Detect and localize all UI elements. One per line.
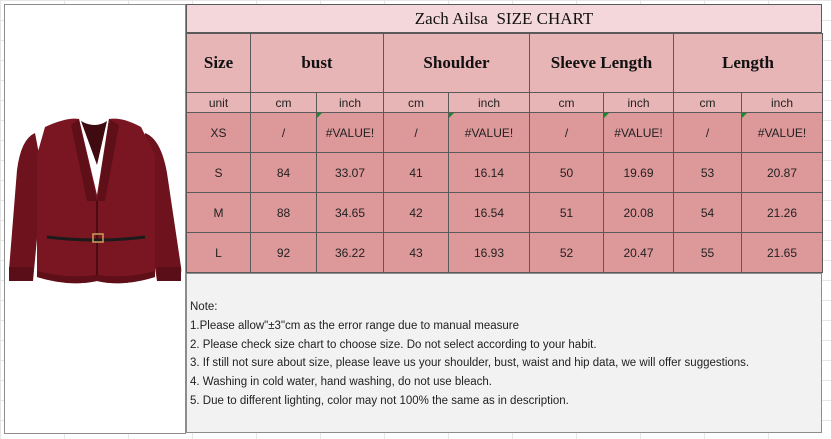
header-length: Length	[673, 33, 823, 93]
table-cell: 16.93	[448, 232, 530, 273]
table-cell: 92	[250, 232, 317, 273]
table-cell: 21.26	[741, 192, 823, 233]
table-cell: #VALUE!	[603, 112, 674, 153]
size-table: Size bust Shoulder Sleeve Length Length …	[186, 33, 823, 273]
table-row: XS / #VALUE! / #VALUE! / #VALUE! / #VALU…	[186, 112, 823, 153]
header-row: Size bust Shoulder Sleeve Length Length	[186, 33, 823, 93]
error-indicator-icon	[317, 113, 322, 118]
table-cell: 16.54	[448, 192, 530, 233]
unit-cell: cm	[529, 92, 604, 113]
table-cell: 55	[673, 232, 742, 273]
table-cell: M	[186, 192, 251, 233]
table-row: S 84 33.07 41 16.14 50 19.69 53 20.87	[186, 152, 823, 193]
table-cell: 53	[673, 152, 742, 193]
table-cell: 54	[673, 192, 742, 233]
notes-heading: Note:	[190, 301, 218, 313]
table-cell: 20.87	[741, 152, 823, 193]
header-shoulder: Shoulder	[383, 33, 530, 93]
header-bust: bust	[250, 33, 384, 93]
table-cell: /	[529, 112, 604, 153]
table-cell: 51	[529, 192, 604, 233]
table-cell: 21.65	[741, 232, 823, 273]
table-cell: /	[673, 112, 742, 153]
table-cell: 20.47	[603, 232, 674, 273]
note-item: 5. Due to different lighting, color may …	[190, 394, 569, 407]
unit-cell: inch	[316, 92, 384, 113]
cardigan-illustration	[9, 118, 182, 284]
product-image	[4, 4, 186, 434]
chart-title: Zach Ailsa SIZE CHART	[186, 4, 822, 33]
unit-cell: inch	[603, 92, 674, 113]
table-cell: L	[186, 232, 251, 273]
unit-cell: cm	[383, 92, 449, 113]
note-item: 2. Please check size chart to choose siz…	[190, 338, 597, 351]
table-cell: S	[186, 152, 251, 193]
table-cell: 43	[383, 232, 449, 273]
table-cell: 33.07	[316, 152, 384, 193]
unit-cell: inch	[741, 92, 823, 113]
table-row: M 88 34.65 42 16.54 51 20.08 54 21.26	[186, 192, 823, 233]
header-sleeve-length: Sleeve Length	[529, 33, 674, 93]
table-cell: 36.22	[316, 232, 384, 273]
error-indicator-icon	[449, 113, 454, 118]
table-cell: #VALUE!	[316, 112, 384, 153]
table-cell: 41	[383, 152, 449, 193]
table-cell: 16.14	[448, 152, 530, 193]
error-indicator-icon	[742, 113, 747, 118]
table-cell: #VALUE!	[741, 112, 823, 153]
table-cell: 84	[250, 152, 317, 193]
table-cell: 19.69	[603, 152, 674, 193]
table-cell: 20.08	[603, 192, 674, 233]
table-cell: /	[250, 112, 317, 153]
table-row: L 92 36.22 43 16.93 52 20.47 55 21.65	[186, 232, 823, 273]
table-cell: 52	[529, 232, 604, 273]
note-item: 1.Please allow"±3"cm as the error range …	[190, 319, 519, 332]
unit-cell: cm	[673, 92, 742, 113]
table-cell: XS	[186, 112, 251, 153]
table-cell: 50	[529, 152, 604, 193]
unit-cell: unit	[186, 92, 251, 113]
table-cell: 42	[383, 192, 449, 233]
note-item: 3. If still not sure about size, please …	[190, 357, 750, 370]
unit-cell: cm	[250, 92, 317, 113]
table-cell: 88	[250, 192, 317, 233]
header-size: Size	[186, 33, 251, 93]
table-cell: 34.65	[316, 192, 384, 233]
note-item: 4. Washing in cold water, hand washing, …	[190, 376, 492, 389]
table-cell: #VALUE!	[448, 112, 530, 153]
notes-section: Note: 1.Please allow"±3"cm as the error …	[186, 273, 822, 433]
unit-cell: inch	[448, 92, 530, 113]
units-row: unit cm inch cm inch cm inch cm inch	[186, 92, 823, 113]
error-indicator-icon	[604, 113, 609, 118]
table-cell: /	[383, 112, 449, 153]
